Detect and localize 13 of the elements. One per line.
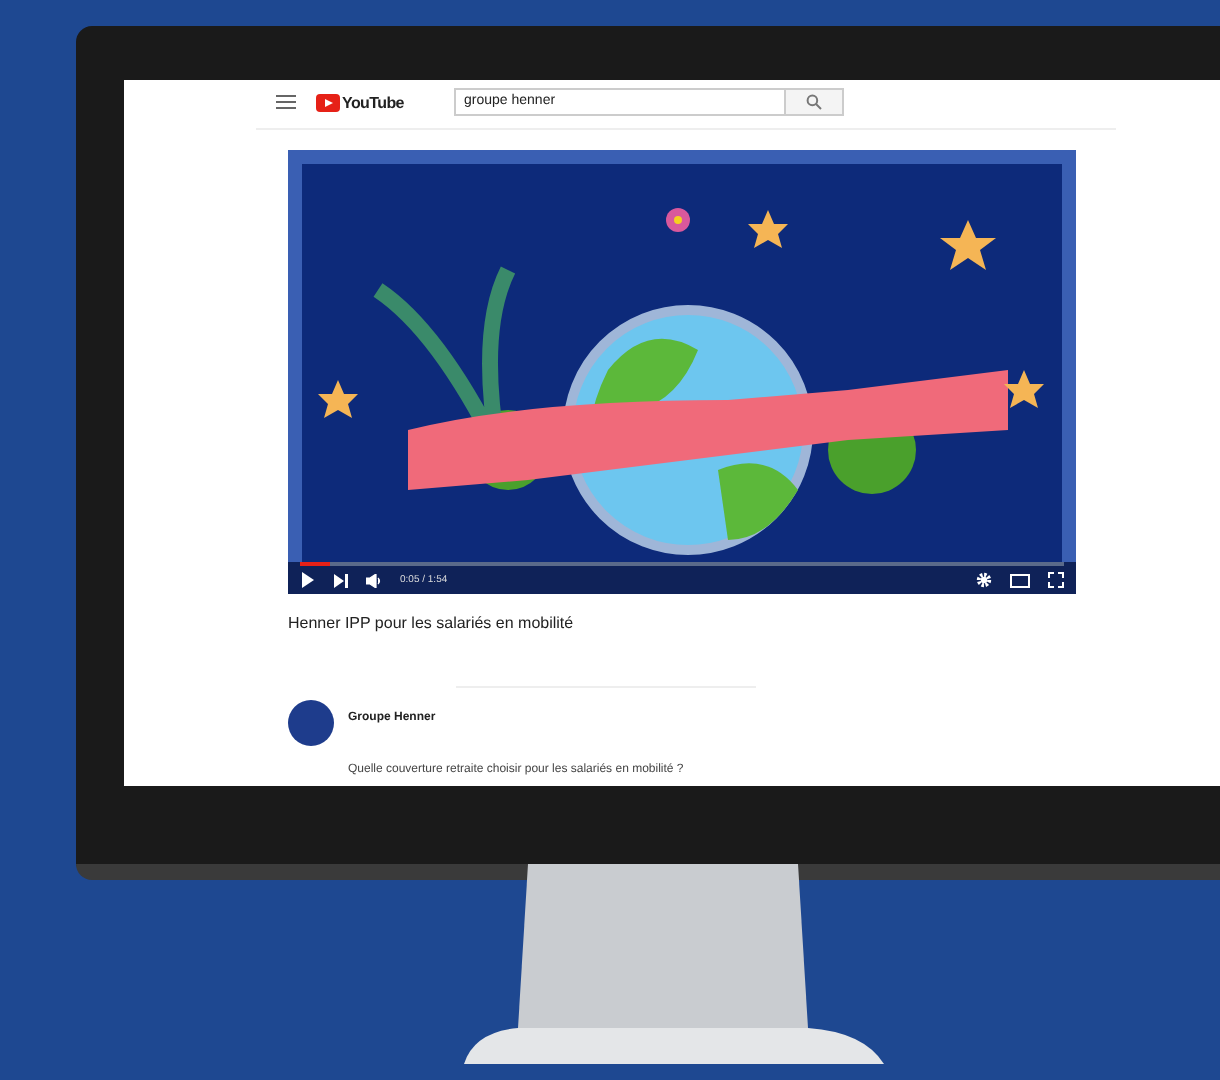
fullscreen-icon[interactable] <box>1048 572 1064 588</box>
gear-icon[interactable] <box>976 572 992 588</box>
next-icon[interactable] <box>334 573 348 587</box>
menu-icon[interactable] <box>276 94 296 110</box>
theater-mode-icon[interactable] <box>1010 573 1030 587</box>
play-logo-icon <box>316 93 340 111</box>
search-button[interactable] <box>786 88 844 116</box>
play-icon[interactable] <box>300 572 316 588</box>
channel-avatar[interactable] <box>288 700 334 746</box>
logo-text[interactable]: YouTube <box>342 93 404 111</box>
search-icon <box>806 94 822 110</box>
volume-icon[interactable] <box>366 573 382 587</box>
video-title: Henner IPP pour les salariés en mobilité <box>288 614 576 632</box>
